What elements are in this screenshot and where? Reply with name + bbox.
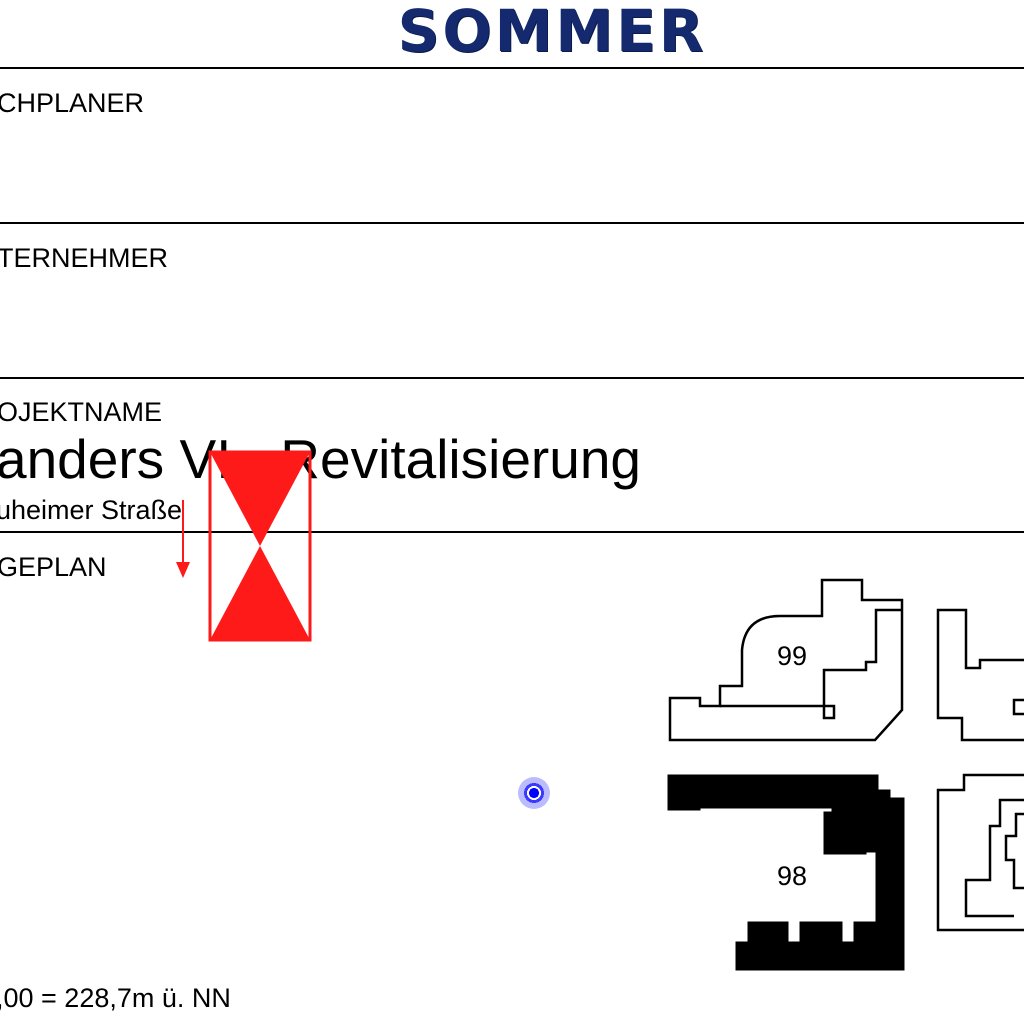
fachplaner-label: CHPLANER [0,88,145,118]
divider-fachplaner [0,222,1024,224]
divider-top [0,67,1024,69]
divider-projekt [0,531,1024,533]
building-neighbour-top [936,608,1024,742]
building-99-number: 99 [777,641,807,671]
lageplan-label: GEPLAN [0,552,107,582]
building-98-solid [667,774,905,971]
building-99-inner [720,608,902,720]
building-99-outline [668,578,904,742]
project-title: anders VI - Revitalisierung [0,428,642,490]
company-logo: SOMMER [397,0,707,62]
building-neighbour-bottom [936,773,1024,932]
elevation-note: ,00 = 228,7m ü. NN [0,983,231,1013]
divider-unternehmer [0,377,1024,379]
unternehmer-label: TERNEHMER [0,243,169,273]
project-address: uheimer Straße [0,495,183,525]
building-98-number: 98 [777,861,807,891]
location-marker-icon[interactable] [518,777,550,809]
